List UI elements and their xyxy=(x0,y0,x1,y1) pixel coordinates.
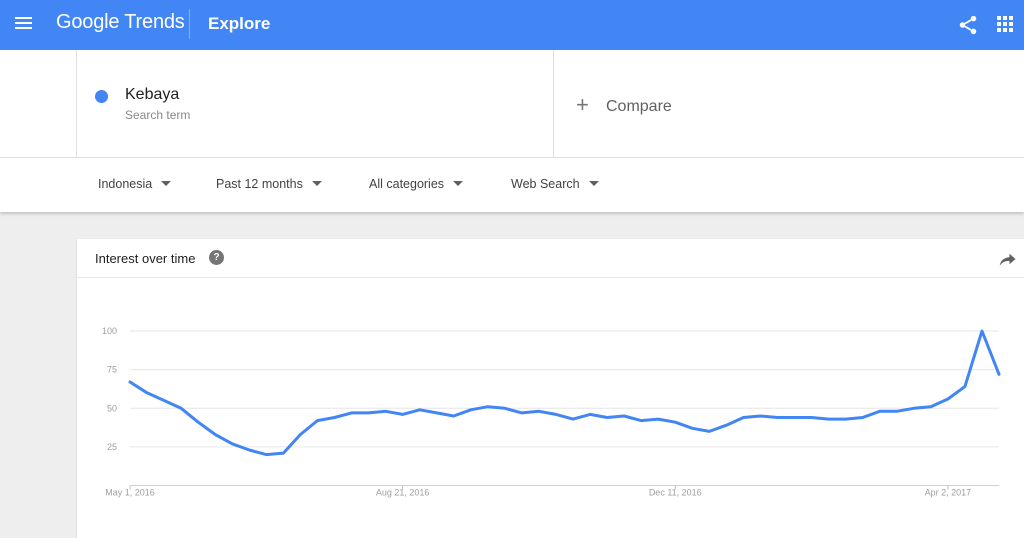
caret-down-icon xyxy=(588,181,599,187)
page-title: Explore xyxy=(208,14,271,33)
search-term-type: Search term xyxy=(125,108,191,122)
caret-down-icon xyxy=(161,181,172,187)
x-tick-label: Dec 11, 2016 xyxy=(649,488,702,498)
caret-down-icon xyxy=(453,181,464,187)
interest-over-time-card: Interest over time ? 25 50 75 100 May 1, 201… xyxy=(77,239,1024,538)
region-dropdown[interactable]: Indonesia xyxy=(98,177,172,191)
share-icon[interactable] xyxy=(957,14,979,36)
property-dropdown[interactable]: Web Search xyxy=(511,177,599,191)
x-tick-label: May 1, 2016 xyxy=(105,488,155,498)
card-title: Interest over time xyxy=(95,251,196,266)
menu-icon[interactable] xyxy=(14,15,34,31)
filter-bar: Indonesia Past 12 months All categories … xyxy=(0,158,1024,212)
appbar-divider xyxy=(189,9,190,39)
apps-grid-icon[interactable] xyxy=(997,16,1013,32)
time-range-dropdown[interactable]: Past 12 months xyxy=(216,177,322,191)
y-tick-label: 100 xyxy=(102,326,117,336)
app-bar: Google Trends Explore xyxy=(0,0,1024,50)
help-icon[interactable]: ? xyxy=(209,250,224,265)
caret-down-icon xyxy=(311,181,322,187)
search-term-card[interactable]: Kebaya Search term xyxy=(76,50,554,158)
y-tick-label: 50 xyxy=(107,403,117,413)
search-term-name: Kebaya xyxy=(125,86,180,103)
plus-icon: + xyxy=(576,92,589,117)
card-header: Interest over time ? xyxy=(77,239,1024,278)
y-tick-label: 75 xyxy=(107,365,117,375)
series-color-dot xyxy=(95,90,108,103)
search-terms-panel: Kebaya Search term + Compare xyxy=(0,50,1024,158)
series-line-kebaya[interactable] xyxy=(128,329,1001,457)
y-tick-label: 25 xyxy=(107,442,117,452)
compare-label: Compare xyxy=(606,98,672,115)
category-dropdown[interactable]: All categories xyxy=(369,177,464,191)
x-tick-label: Aug 21, 2016 xyxy=(376,488,430,498)
category-label: All categories xyxy=(369,177,445,191)
interest-line-chart: 25 50 75 100 May 1, 2016 Aug 21, 2016 Dec 11, … xyxy=(102,326,1001,498)
x-tick-label: Apr 2, 2017 xyxy=(925,488,972,498)
google-trends-logo[interactable]: Google Trends xyxy=(56,11,185,34)
property-label: Web Search xyxy=(511,177,580,191)
share-arrow-icon[interactable] xyxy=(999,251,1017,267)
time-range-label: Past 12 months xyxy=(216,177,303,191)
region-label: Indonesia xyxy=(98,177,153,191)
